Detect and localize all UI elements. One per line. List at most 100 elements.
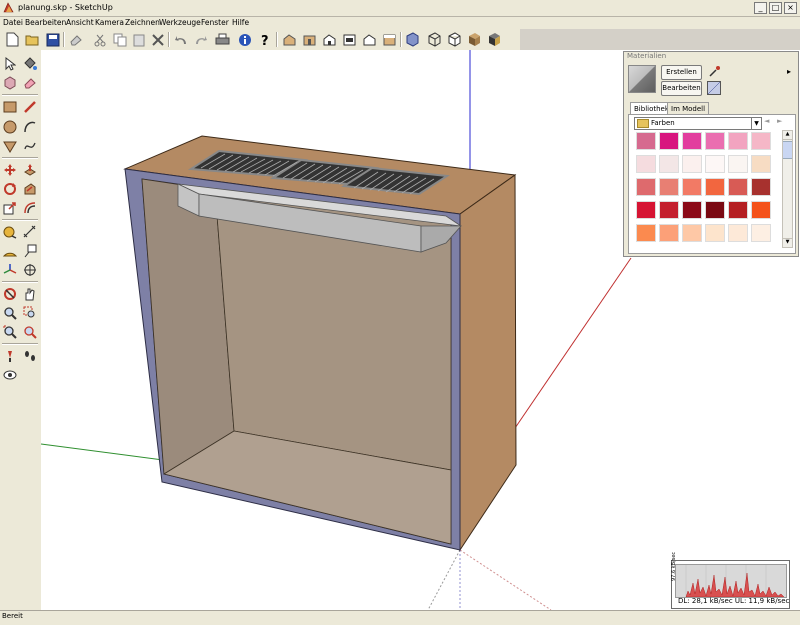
material-swatch[interactable] xyxy=(682,132,702,150)
tape-measure-icon[interactable] xyxy=(1,223,18,240)
save-icon[interactable] xyxy=(44,31,61,48)
menu-hilfe[interactable]: Hilfe xyxy=(232,18,249,27)
default-material-icon[interactable] xyxy=(707,81,721,95)
freehand-icon[interactable] xyxy=(21,137,38,154)
material-swatch[interactable] xyxy=(728,201,748,219)
material-swatch[interactable] xyxy=(728,178,748,196)
component-icon[interactable] xyxy=(1,74,18,91)
scale-icon[interactable] xyxy=(1,199,18,216)
walk-footprints-icon[interactable] xyxy=(21,347,38,364)
material-swatch[interactable] xyxy=(636,132,656,150)
material-swatch[interactable] xyxy=(682,155,702,173)
edit-material-button[interactable]: Bearbeiten xyxy=(661,81,702,96)
material-swatch[interactable] xyxy=(728,155,748,173)
arc-icon[interactable] xyxy=(21,118,38,135)
material-swatch[interactable] xyxy=(705,155,725,173)
scroll-up-icon[interactable]: ▲ xyxy=(783,131,792,140)
model-info-icon[interactable] xyxy=(236,31,253,48)
material-swatch[interactable] xyxy=(636,178,656,196)
material-swatch[interactable] xyxy=(751,155,771,173)
scroll-down-icon[interactable]: ▼ xyxy=(783,238,792,247)
material-swatch[interactable] xyxy=(705,224,725,242)
library-select[interactable]: Farben ▼ xyxy=(634,117,762,130)
paste-icon[interactable] xyxy=(130,31,147,48)
material-swatch[interactable] xyxy=(751,132,771,150)
axes-icon[interactable] xyxy=(1,261,18,278)
help-icon[interactable]: ? xyxy=(256,31,273,48)
dimension-icon[interactable] xyxy=(21,223,38,240)
undo-icon[interactable] xyxy=(172,31,189,48)
circle-icon[interactable] xyxy=(1,118,18,135)
polygon-icon[interactable] xyxy=(1,137,18,154)
material-swatch[interactable] xyxy=(636,224,656,242)
close-button[interactable]: × xyxy=(784,2,797,14)
orbit-icon[interactable] xyxy=(1,285,18,302)
swatch-scrollbar[interactable]: ▲ ▼ xyxy=(782,130,793,248)
material-swatch[interactable] xyxy=(659,132,679,150)
material-swatch[interactable] xyxy=(751,201,771,219)
create-material-button[interactable]: Erstellen xyxy=(661,65,702,80)
zoom-icon[interactable] xyxy=(1,304,18,321)
right-view-icon[interactable] xyxy=(341,31,358,48)
menu-fenster[interactable]: Fenster xyxy=(201,18,229,27)
rectangle-icon[interactable] xyxy=(1,98,18,115)
iso-view-icon[interactable] xyxy=(281,31,298,48)
material-swatch[interactable] xyxy=(636,201,656,219)
material-swatch[interactable] xyxy=(682,224,702,242)
eraser-tool-icon[interactable] xyxy=(21,74,38,91)
back-arrow-icon[interactable]: ◄ xyxy=(764,117,769,125)
material-swatch[interactable] xyxy=(751,178,771,196)
material-swatch[interactable] xyxy=(659,201,679,219)
material-swatch[interactable] xyxy=(705,178,725,196)
delete-icon[interactable] xyxy=(149,31,166,48)
menu-ansicht[interactable]: Ansicht xyxy=(66,18,94,27)
offset-icon[interactable] xyxy=(21,199,38,216)
scroll-thumb[interactable] xyxy=(783,141,792,159)
menu-kamera[interactable]: Kamera xyxy=(95,18,124,27)
minimize-button[interactable]: _ xyxy=(754,2,767,14)
paint-bucket-icon[interactable] xyxy=(21,55,38,72)
top-view-icon[interactable] xyxy=(301,31,318,48)
line-pencil-icon[interactable] xyxy=(21,98,38,115)
material-swatch[interactable] xyxy=(682,178,702,196)
material-swatch[interactable] xyxy=(636,155,656,173)
material-swatch[interactable] xyxy=(728,224,748,242)
print-icon[interactable] xyxy=(214,31,231,48)
menu-datei[interactable]: Datei xyxy=(3,18,23,27)
details-arrow-icon[interactable]: ▸ xyxy=(784,67,794,77)
forward-arrow-icon[interactable]: ► xyxy=(777,117,782,125)
eyedropper-icon[interactable] xyxy=(708,65,721,78)
protractor-icon[interactable] xyxy=(1,242,18,259)
copy-icon[interactable] xyxy=(111,31,128,48)
hidden-line-icon[interactable] xyxy=(446,31,463,48)
move-icon[interactable] xyxy=(1,161,18,178)
menu-zeichnen[interactable]: Zeichnen xyxy=(125,18,160,27)
follow-me-icon[interactable] xyxy=(21,180,38,197)
rotate-icon[interactable] xyxy=(1,180,18,197)
menu-werkzeuge[interactable]: Werkzeuge xyxy=(159,18,201,27)
back-view-icon[interactable] xyxy=(361,31,378,48)
look-around-eye-icon[interactable] xyxy=(1,366,18,383)
section-plane-icon[interactable] xyxy=(21,261,38,278)
select-arrow-icon[interactable] xyxy=(1,55,18,72)
material-swatch[interactable] xyxy=(705,132,725,150)
menu-bearbeiten[interactable]: Bearbeiten xyxy=(25,18,66,27)
material-swatch[interactable] xyxy=(659,155,679,173)
zoom-extents-icon[interactable] xyxy=(1,323,18,340)
xray-icon[interactable] xyxy=(404,31,421,48)
maximize-button[interactable]: □ xyxy=(769,2,782,14)
previous-view-icon[interactable] xyxy=(21,323,38,340)
left-view-icon[interactable] xyxy=(381,31,398,48)
shaded-textures-icon[interactable] xyxy=(486,31,503,48)
material-swatch[interactable] xyxy=(728,132,748,150)
material-swatch[interactable] xyxy=(659,224,679,242)
shaded-icon[interactable] xyxy=(466,31,483,48)
material-swatch[interactable] xyxy=(682,201,702,219)
eraser-icon[interactable] xyxy=(67,31,84,48)
text-label-icon[interactable] xyxy=(21,242,38,259)
position-camera-icon[interactable] xyxy=(1,347,18,364)
pan-hand-icon[interactable] xyxy=(21,285,38,302)
new-file-icon[interactable] xyxy=(4,31,21,48)
material-swatch[interactable] xyxy=(705,201,725,219)
push-pull-icon[interactable] xyxy=(21,161,38,178)
